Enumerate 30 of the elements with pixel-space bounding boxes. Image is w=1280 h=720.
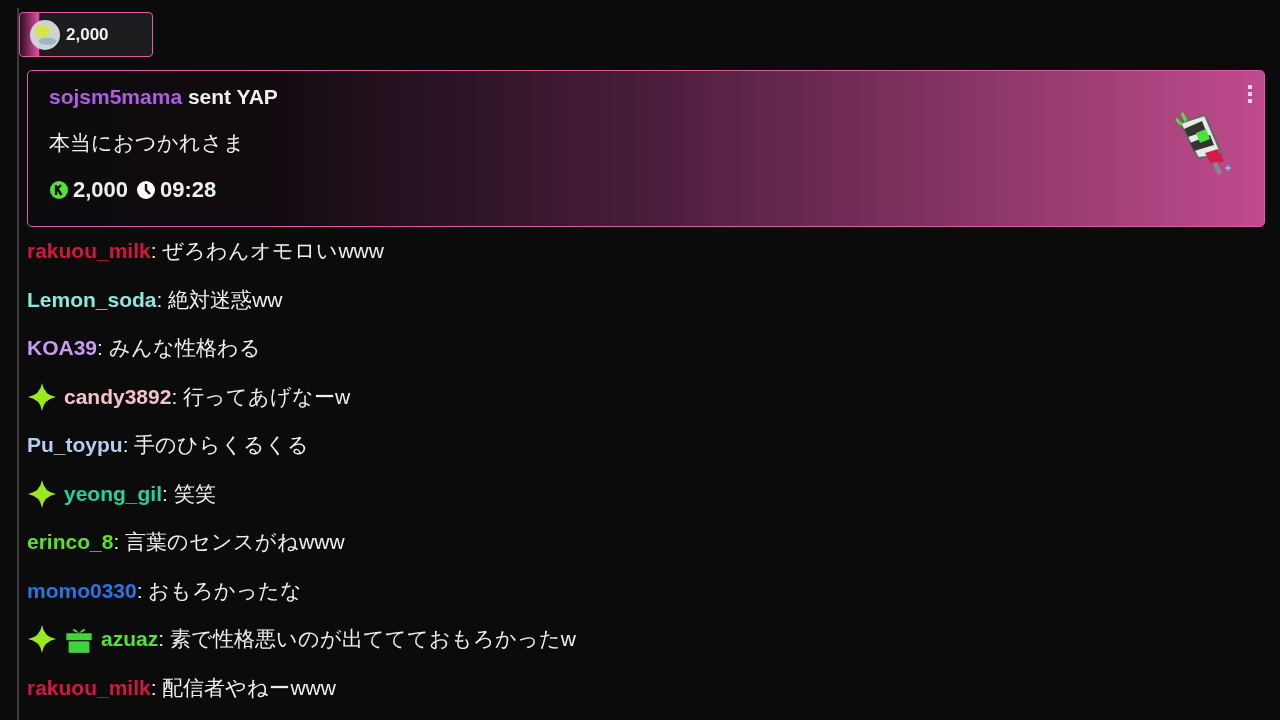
donation-pill[interactable]: 2,000 [19, 12, 153, 57]
chat-message: : 笑笑 [162, 480, 216, 507]
chat-message: : 絶対迷惑ww [156, 286, 283, 313]
chat-message: : ぜろわんオモロいwww [150, 238, 384, 265]
donation-time: 09:28 [160, 177, 217, 203]
chat-message: : みんな性格わる [97, 335, 261, 362]
username[interactable]: azuaz [101, 627, 159, 652]
donation-message: 本当におつかれさま [49, 130, 246, 156]
avatar-icon [30, 19, 60, 50]
chat-message: : 素で性格悪いのが出ててておもろかったw [158, 626, 577, 653]
username[interactable]: KOA39 [27, 336, 98, 361]
clock-icon [136, 180, 157, 200]
donor-name: sojsm5mama [49, 85, 183, 108]
pill-amount: 2,000 [66, 24, 109, 45]
chat-message: : 言葉のセンスがねwww [113, 529, 345, 556]
username[interactable]: momo0330 [27, 578, 137, 603]
username[interactable]: yeong_gil [64, 481, 163, 506]
username[interactable]: rakuou_milk [27, 239, 151, 264]
chat-message: : 配信者やねーwww [150, 674, 336, 701]
username[interactable]: rakuou_milk [27, 675, 151, 700]
donation-amount: 2,000 [73, 177, 129, 203]
username[interactable]: Pu_toypu [27, 433, 123, 458]
username[interactable]: candy3892 [64, 384, 172, 409]
chat-message: : 行ってあげなーw [171, 383, 351, 410]
username[interactable]: erinco_8 [27, 530, 114, 555]
donation-action: sent YAP [187, 85, 278, 108]
coin-icon [49, 180, 69, 200]
chat-message: : おもろかったな [136, 577, 303, 604]
chat-message: : 手のひらくるくる [122, 432, 310, 459]
username[interactable]: Lemon_soda [27, 287, 157, 312]
